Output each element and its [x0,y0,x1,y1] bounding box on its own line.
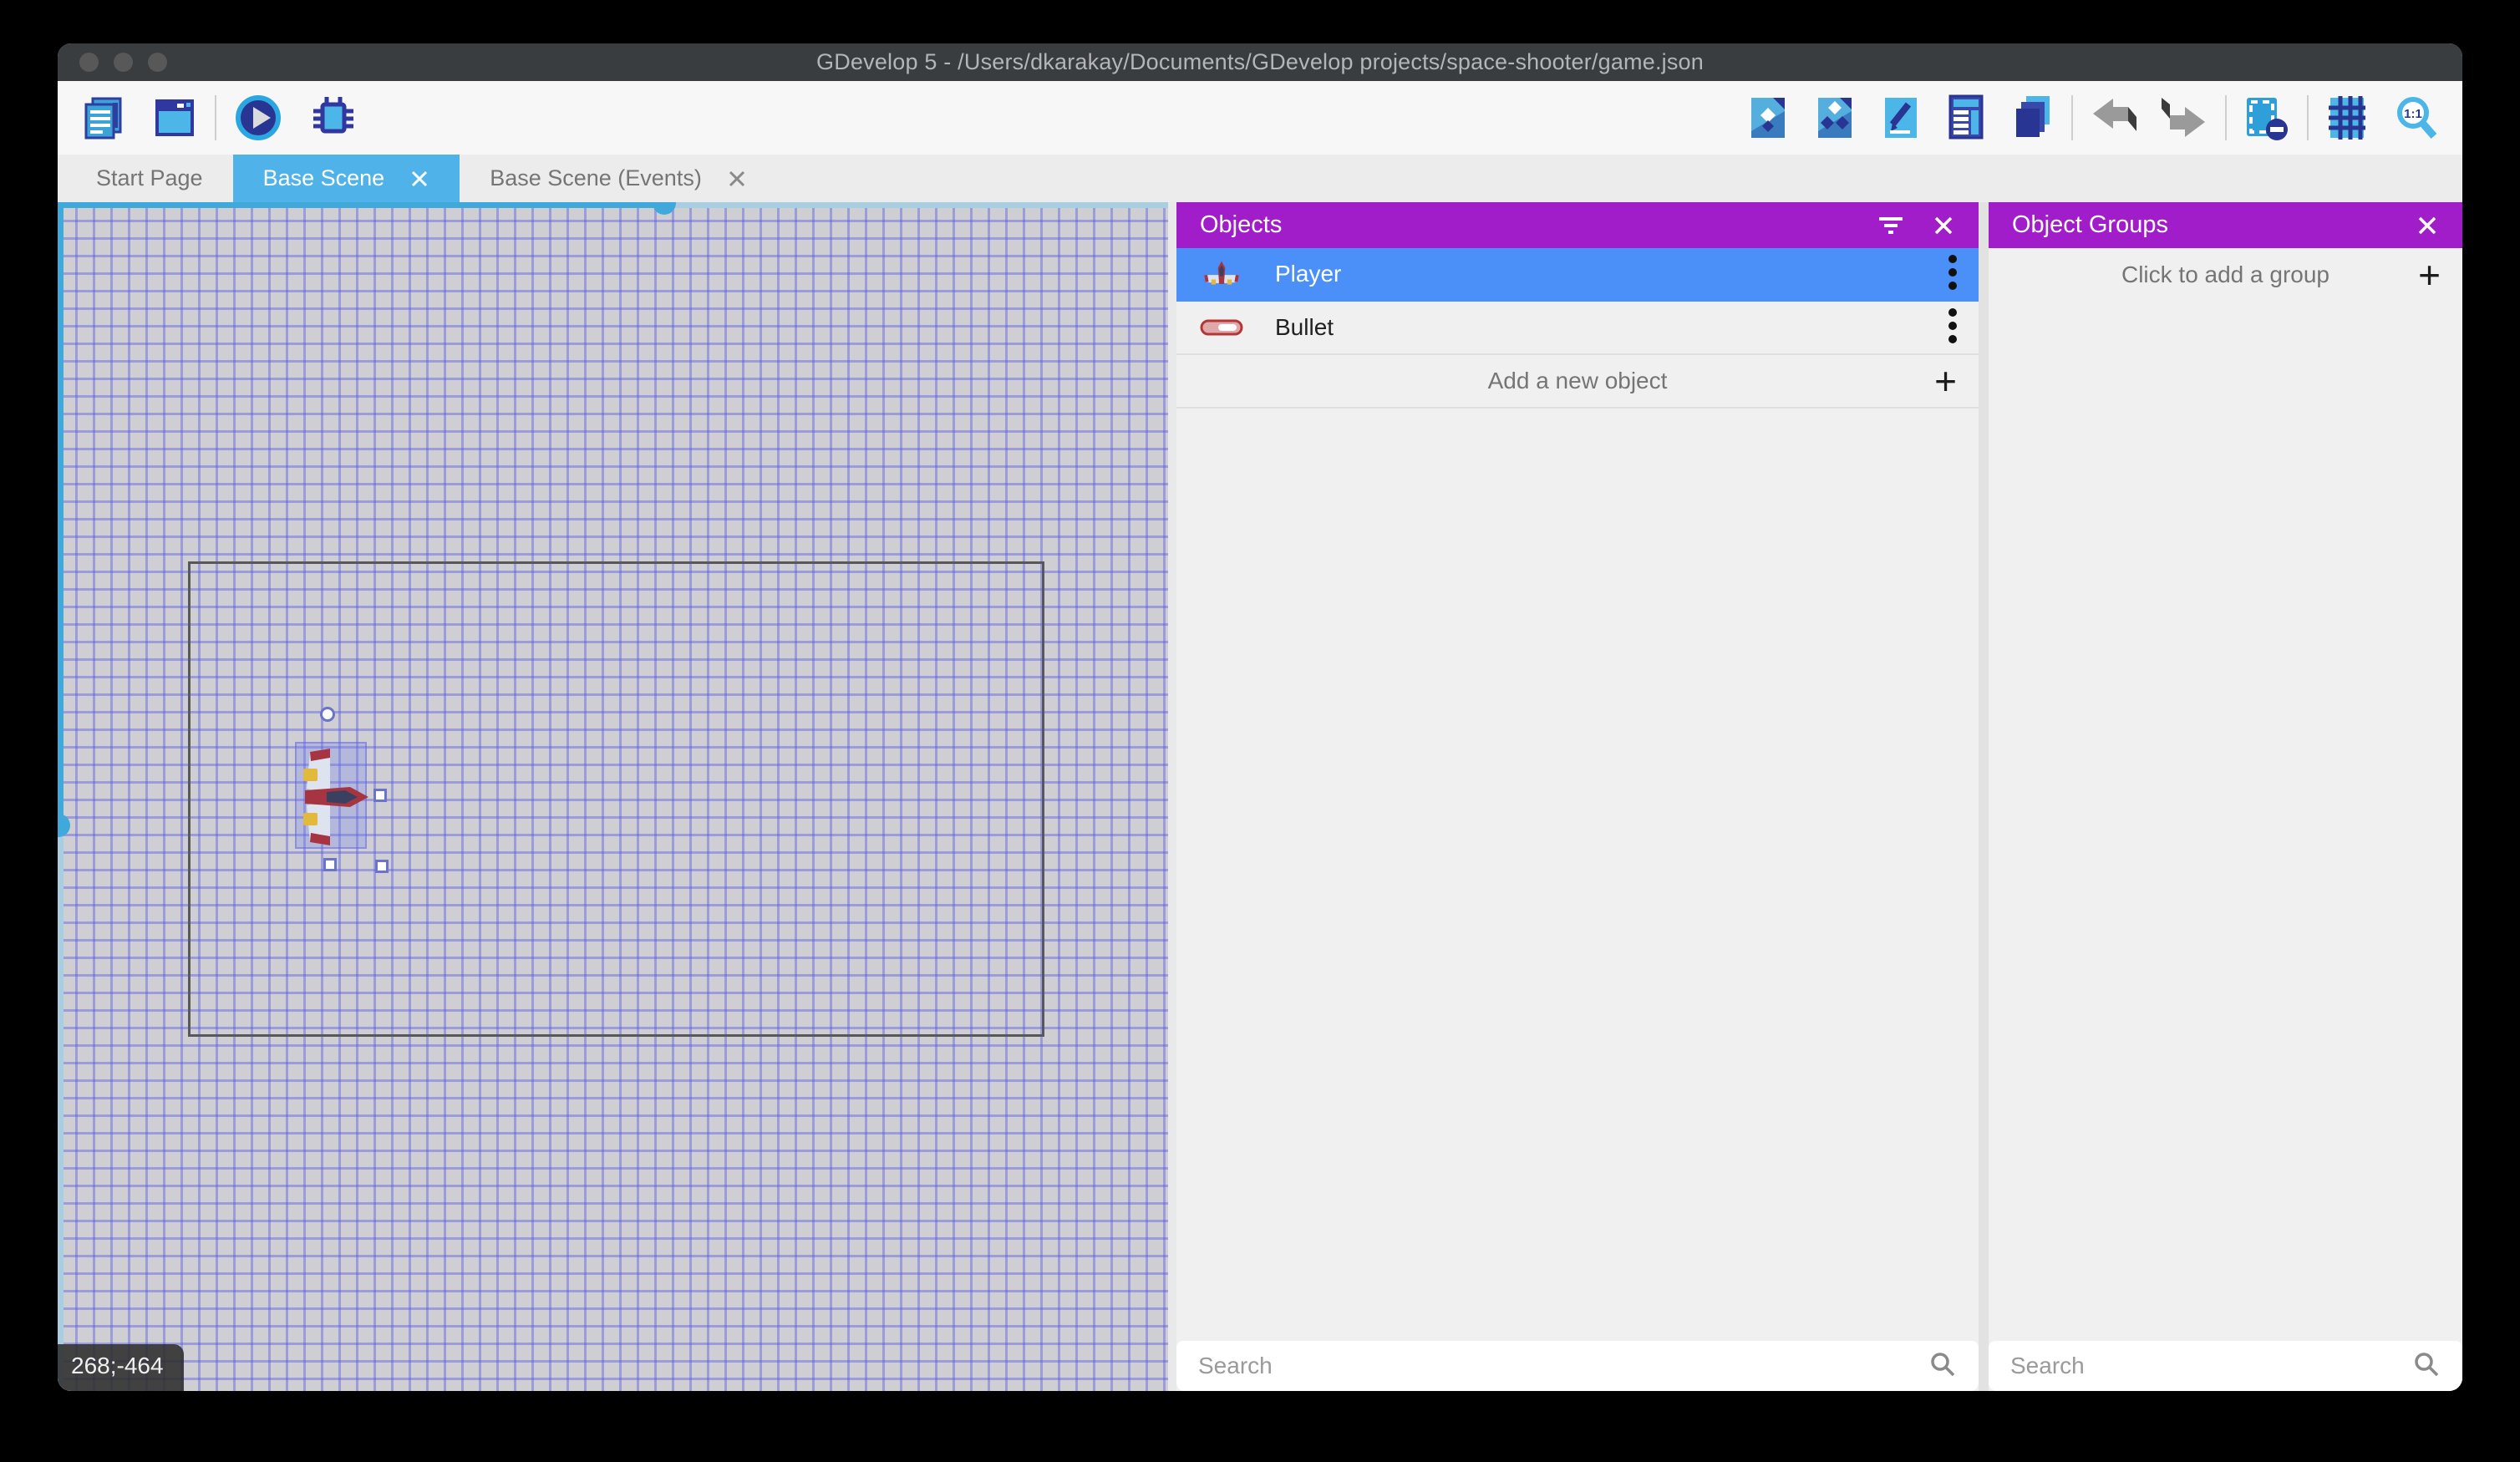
debug-icon[interactable] [308,93,358,143]
toolbar-separator [2071,95,2073,140]
plus-icon[interactable]: + [1934,362,1957,400]
object-name: Player [1275,261,1341,287]
app-window: GDevelop 5 - /Users/dkarakay/Documents/G… [58,43,2462,1391]
grid-icon[interactable] [2325,94,2369,141]
properties-icon[interactable] [1881,94,1921,141]
tab-start-page[interactable]: Start Page [66,155,233,202]
objects-panel: Objects [1176,202,1979,1391]
resize-handle-corner[interactable] [375,860,389,873]
redo-icon[interactable] [2162,96,2208,140]
titlebar: GDevelop 5 - /Users/dkarakay/Documents/G… [58,43,2462,81]
add-group-button[interactable]: Click to add a group + [1989,248,2462,302]
objects-search-input[interactable] [1198,1353,1928,1379]
resize-handle-bottom[interactable] [323,858,337,871]
maximize-window-button[interactable] [148,53,167,72]
minimize-window-button[interactable] [114,53,133,72]
objects-search-bar[interactable] [1176,1341,1979,1391]
resize-handle-right[interactable] [373,789,387,802]
player-object-thumbnail [1196,255,1247,293]
cursor-coordinates: 268;-464 [58,1344,184,1391]
object-groups-panel: Object Groups Click to add a group + [1989,202,2462,1391]
scene-editor-canvas[interactable]: 268;-464 [58,202,1168,1391]
toolbar: 1:1 [58,81,2462,155]
objects-panel-header: Objects [1176,202,1979,248]
horizontal-scrollbar-thumb[interactable] [653,202,676,215]
object-groups-panel-title: Object Groups [2012,211,2168,239]
project-manager-icon[interactable] [79,94,126,141]
horizontal-scrollbar[interactable] [58,202,1168,208]
filter-icon[interactable] [1878,215,1903,236]
object-row-player[interactable]: Player [1176,248,1979,302]
close-tab-icon[interactable] [727,169,747,189]
instances-list-icon[interactable] [1946,94,1986,141]
add-group-label: Click to add a group [2121,261,2329,288]
rotate-handle[interactable] [320,707,335,722]
traffic-lights [79,53,167,72]
object-menu-icon[interactable] [1947,251,1959,298]
panel-resize-gutter[interactable] [1979,202,1989,1391]
close-panel-icon[interactable] [2416,214,2439,237]
close-tab-icon[interactable] [409,169,429,189]
vertical-scrollbar-thumb[interactable] [58,814,70,837]
toolbar-separator [2307,95,2309,140]
objects-editor-icon[interactable] [1747,94,1789,141]
window-title: GDevelop 5 - /Users/dkarakay/Documents/G… [816,49,1704,75]
preview-play-icon[interactable] [233,93,283,143]
tab-base-scene-events[interactable]: Base Scene (Events) [460,155,777,202]
object-name: Bullet [1275,314,1334,341]
toolbar-separator [215,95,216,140]
panel-resize-gutter[interactable] [1168,202,1176,1391]
object-groups-panel-header: Object Groups [1989,202,2462,248]
add-object-label: Add a new object [1488,368,1668,394]
object-groups-editor-icon[interactable] [1814,94,1856,141]
tab-strip: Start Page Base Scene Base Scene (Events… [58,155,2462,202]
groups-search-input[interactable] [2010,1353,2412,1379]
layers-editor-icon[interactable] [2011,94,2055,141]
objects-panel-title: Objects [1200,211,1282,239]
bullet-object-thumbnail [1196,318,1247,337]
zoom-ratio-label: 1:1 [2404,107,2422,121]
tab-base-scene[interactable]: Base Scene [233,155,460,202]
search-icon [2412,1350,2441,1383]
object-menu-icon[interactable] [1947,304,1959,352]
scene-properties-icon[interactable] [151,94,198,141]
selected-instance-highlight[interactable] [295,742,367,849]
close-panel-icon[interactable] [1932,214,1955,237]
toolbar-separator [2225,95,2227,140]
tab-label: Base Scene (Events) [490,165,702,191]
zoom-reset-icon[interactable]: 1:1 [2394,94,2441,141]
close-window-button[interactable] [79,53,99,72]
tab-label: Start Page [96,165,203,191]
undo-icon[interactable] [2090,96,2136,140]
tab-label: Base Scene [263,165,385,191]
content-area: 268;-464 Objects [58,202,2462,1391]
search-icon [1928,1350,1957,1383]
mask-instances-icon[interactable] [2243,94,2290,141]
player-ship-sprite [297,744,368,850]
groups-search-bar[interactable] [1989,1341,2462,1391]
plus-icon[interactable]: + [2418,256,2441,294]
add-object-button[interactable]: Add a new object + [1176,355,1979,409]
object-row-bullet[interactable]: Bullet [1176,302,1979,355]
vertical-scrollbar[interactable] [58,202,64,1391]
